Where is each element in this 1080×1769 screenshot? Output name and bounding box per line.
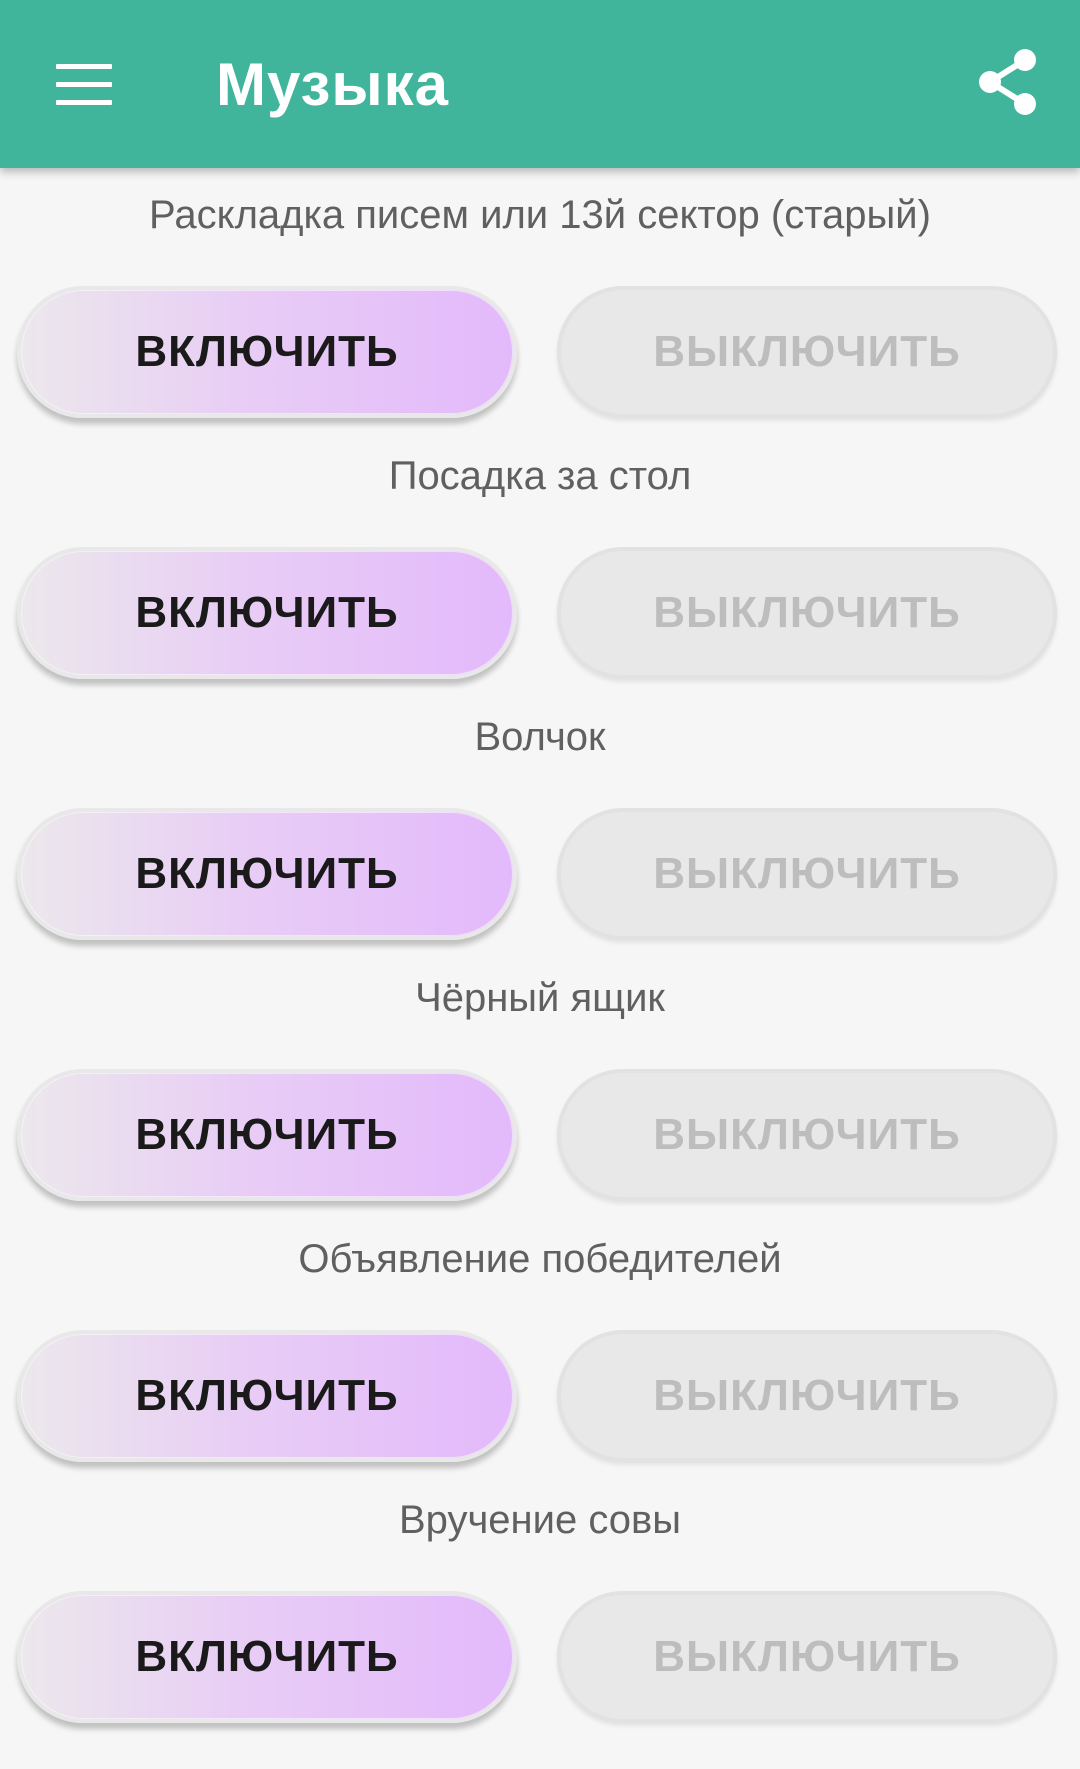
page-title: Музыка [216,51,450,118]
section-label: Раскладка писем или 13й сектор (старый) [149,193,931,237]
music-section: Посадка за стол ВКЛЮЧИТЬ ВЫКЛЮЧИТЬ [0,429,1080,690]
disable-button[interactable]: ВЫКЛЮЧИТЬ [557,1591,1057,1723]
disable-button[interactable]: ВЫКЛЮЧИТЬ [557,808,1057,940]
music-section: Вручение совы ВКЛЮЧИТЬ ВЫКЛЮЧИТЬ [0,1473,1080,1734]
enable-button[interactable]: ВКЛЮЧИТЬ [17,1330,517,1462]
enable-button[interactable]: ВКЛЮЧИТЬ [17,547,517,679]
menu-icon[interactable] [44,50,124,120]
disable-button[interactable]: ВЫКЛЮЧИТЬ [557,286,1057,418]
music-section: Волчок ВКЛЮЧИТЬ ВЫКЛЮЧИТЬ [0,690,1080,951]
music-section: Чёрный ящик ВКЛЮЧИТЬ ВЫКЛЮЧИТЬ [0,951,1080,1212]
section-label: Посадка за стол [388,454,692,498]
disable-button[interactable]: ВЫКЛЮЧИТЬ [557,547,1057,679]
disable-button[interactable]: ВЫКЛЮЧИТЬ [557,1069,1057,1201]
enable-button[interactable]: ВКЛЮЧИТЬ [17,286,517,418]
music-section: Объявление победителей ВКЛЮЧИТЬ ВЫКЛЮЧИТ… [0,1212,1080,1473]
enable-button[interactable]: ВКЛЮЧИТЬ [17,808,517,940]
music-sections-list: Раскладка писем или 13й сектор (старый) … [0,168,1080,1734]
app-bar: Музыка [0,0,1080,168]
music-section: Раскладка писем или 13й сектор (старый) … [0,168,1080,429]
share-icon[interactable] [970,44,1046,120]
section-label: Чёрный ящик [415,976,665,1020]
enable-button[interactable]: ВКЛЮЧИТЬ [17,1069,517,1201]
disable-button[interactable]: ВЫКЛЮЧИТЬ [557,1330,1057,1462]
section-label: Вручение совы [398,1498,682,1542]
section-label: Объявление победителей [298,1237,782,1281]
section-label: Волчок [474,715,606,759]
enable-button[interactable]: ВКЛЮЧИТЬ [17,1591,517,1723]
